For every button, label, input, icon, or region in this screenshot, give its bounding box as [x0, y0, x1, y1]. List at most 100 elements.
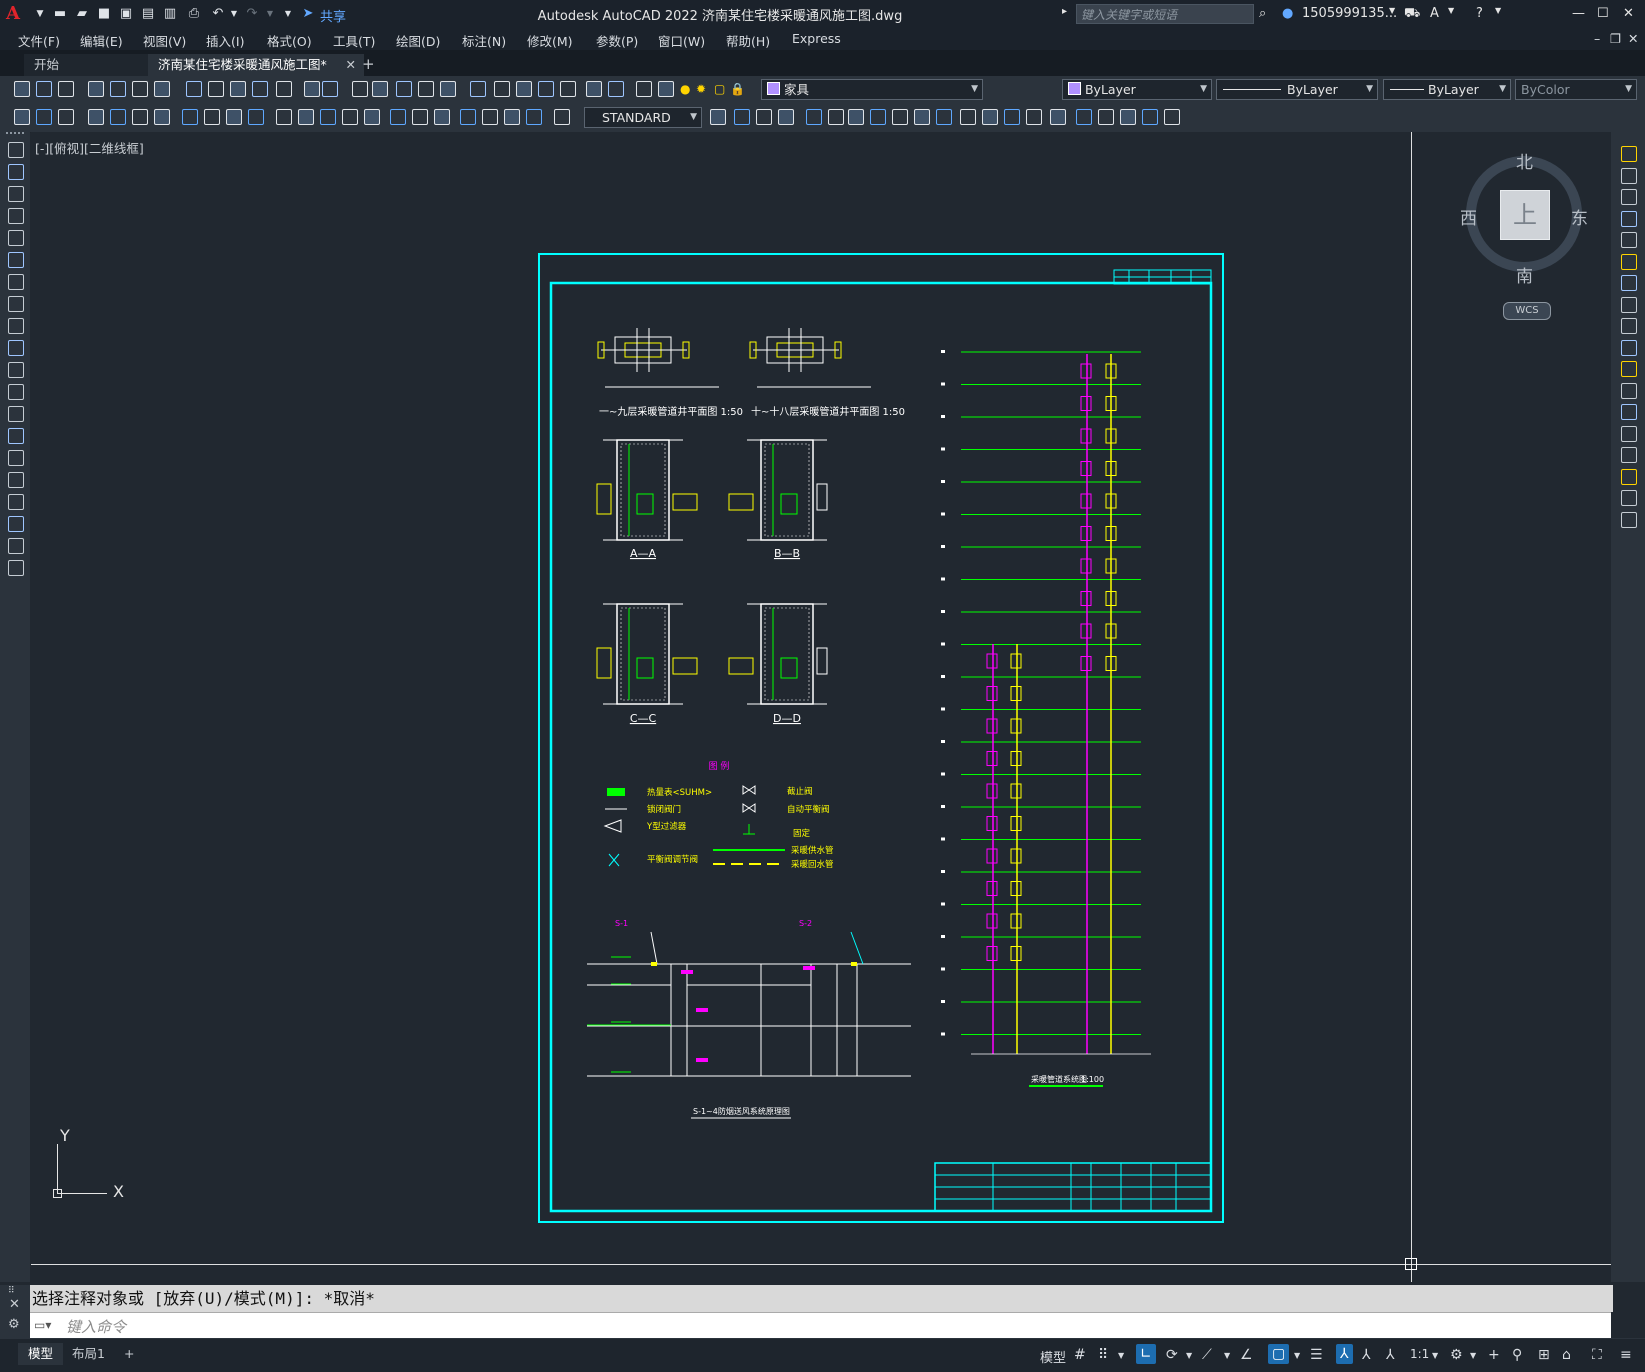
isolate-objects-icon[interactable]: ⌂ — [1562, 1347, 1571, 1363]
standard-tool-6-icon[interactable] — [132, 81, 148, 97]
autocad-logo-icon[interactable]: A — [6, 3, 28, 25]
dimension-tool-8-icon[interactable] — [182, 109, 198, 125]
app-menu-chevron-icon[interactable]: ▼ — [32, 6, 48, 22]
modify-tool-17-icon[interactable] — [1621, 490, 1637, 506]
dimension-tool-24-icon[interactable] — [554, 109, 570, 125]
doc-minimize-icon[interactable]: – — [1594, 31, 1600, 46]
polar-icon[interactable]: ⟳ — [1166, 1347, 1178, 1363]
dimension-tool-38-icon[interactable] — [1004, 109, 1020, 125]
tab-start[interactable]: 开始 — [24, 54, 164, 76]
draw-tool-13-icon[interactable] — [8, 406, 24, 422]
dimension-tool-42-icon[interactable] — [1098, 109, 1114, 125]
draw-tool-17-icon[interactable] — [8, 494, 24, 510]
user-icon[interactable]: ● — [1282, 6, 1293, 21]
dimension-tool-4-icon[interactable] — [88, 109, 104, 125]
standard-tool-4-icon[interactable] — [88, 81, 104, 97]
minimize-icon[interactable]: — — [1572, 6, 1585, 21]
dimension-tool-32-icon[interactable] — [870, 109, 886, 125]
layer-viewport-icon[interactable]: ▢ — [714, 82, 728, 96]
dimension-tool-12-icon[interactable] — [276, 109, 292, 125]
annotation-scale-icon[interactable]: ⅄ — [1386, 1347, 1395, 1363]
plotstyle-dropdown[interactable]: ByColor ▼ — [1515, 79, 1637, 100]
clean-screen-icon[interactable]: ⛶ — [1592, 1347, 1602, 1363]
standard-tool-2-icon[interactable] — [36, 81, 52, 97]
draw-tool-12-icon[interactable] — [8, 384, 24, 400]
standard-tool-3-icon[interactable] — [58, 81, 74, 97]
standard-tool-19-icon[interactable] — [440, 81, 456, 97]
dimension-tool-41-icon[interactable] — [1076, 109, 1092, 125]
web-save-icon[interactable]: ▥ — [162, 6, 178, 22]
dimension-tool-3-icon[interactable] — [58, 109, 74, 125]
dimension-tool-29-icon[interactable] — [806, 109, 822, 125]
save-as-icon[interactable]: ▣ — [118, 6, 134, 22]
dimension-tool-39-icon[interactable] — [1026, 109, 1042, 125]
object-track-icon[interactable]: ∠ — [1240, 1347, 1253, 1363]
draw-tool-16-icon[interactable] — [8, 472, 24, 488]
dimension-tool-13-icon[interactable] — [298, 109, 314, 125]
dimension-tool-30-icon[interactable] — [828, 109, 844, 125]
lineweight-toggle-icon[interactable]: ☰ — [1310, 1347, 1323, 1363]
menu-insert[interactable]: 插入(I) — [206, 31, 244, 50]
standard-tool-14-icon[interactable] — [322, 81, 338, 97]
layer-dropdown[interactable]: 家具 ▼ — [761, 79, 983, 100]
autodesk-a360-icon[interactable]: A — [1430, 6, 1439, 21]
modify-tool-13-icon[interactable] — [1621, 404, 1637, 420]
dimension-tool-1-icon[interactable] — [14, 109, 30, 125]
menu-express[interactable]: Express — [792, 31, 841, 46]
standard-tool-5-icon[interactable] — [110, 81, 126, 97]
user-name[interactable]: 1505999135... — [1302, 6, 1397, 21]
menu-help[interactable]: 帮助(H) — [726, 31, 770, 50]
draw-palette-grip[interactable] — [6, 132, 24, 138]
draw-tool-1-icon[interactable] — [8, 142, 24, 158]
menu-draw[interactable]: 绘图(D) — [396, 31, 440, 50]
customize-qa-icon[interactable]: ▼ — [280, 6, 296, 22]
share-icon[interactable]: ➤ — [300, 6, 316, 22]
tab-active-drawing[interactable]: 济南某住宅楼采暖通风施工图* ✕ — [148, 54, 364, 76]
tab-close-icon[interactable]: ✕ — [346, 54, 356, 76]
menu-view[interactable]: 视图(V) — [143, 31, 186, 50]
menu-tools[interactable]: 工具(T) — [333, 31, 375, 50]
new-tab-button[interactable]: + — [362, 55, 375, 73]
dimension-tool-22-icon[interactable] — [504, 109, 520, 125]
standard-tool-15-icon[interactable] — [352, 81, 368, 97]
standard-tool-20-icon[interactable] — [470, 81, 486, 97]
dimension-tool-36-icon[interactable] — [960, 109, 976, 125]
web-open-icon[interactable]: ▤ — [140, 6, 156, 22]
undo-dropdown-icon[interactable]: ▼ — [226, 6, 242, 22]
standard-tool-21-icon[interactable] — [494, 81, 510, 97]
drawing-canvas[interactable]: [-][俯视][二维线框] 上 北 南 东 西 WCS Y X 一~九层采暖管道… — [31, 132, 1611, 1282]
model-space-button[interactable]: 模型 — [1040, 1347, 1066, 1366]
tab-model[interactable]: 模型 — [18, 1343, 64, 1365]
doc-close-icon[interactable]: ✕ — [1628, 31, 1638, 46]
redo-icon[interactable]: ↷ — [244, 6, 260, 22]
menu-format[interactable]: 格式(O) — [267, 31, 312, 50]
help-icon[interactable]: ? — [1476, 6, 1483, 21]
isodraft-dropdown-icon[interactable]: ▼ — [1224, 1351, 1230, 1360]
standard-tool-10-icon[interactable] — [230, 81, 246, 97]
dimension-tool-18-icon[interactable] — [412, 109, 428, 125]
units-icon[interactable]: ⚲ — [1512, 1347, 1522, 1363]
modify-tool-5-icon[interactable] — [1621, 232, 1637, 248]
undo-icon[interactable]: ↶ — [210, 6, 226, 22]
search-icon[interactable]: ⌕ — [1259, 6, 1266, 21]
a360-dropdown-icon[interactable]: ▼ — [1448, 6, 1454, 15]
ortho-icon[interactable]: ∟ — [1136, 1344, 1156, 1364]
standard-tool-24-icon[interactable] — [560, 81, 576, 97]
modify-tool-6-icon[interactable] — [1621, 253, 1637, 270]
text-style-dropdown[interactable]: STANDARD ▼ — [584, 107, 702, 128]
standard-tool-26-icon[interactable] — [608, 81, 624, 97]
modify-tool-11-icon[interactable] — [1621, 361, 1637, 377]
open-folder-icon[interactable]: ▰ — [74, 6, 90, 22]
draw-tool-19-icon[interactable] — [8, 538, 24, 554]
draw-tool-8-icon[interactable] — [8, 296, 24, 312]
dimension-tool-44-icon[interactable] — [1142, 109, 1158, 125]
maximize-icon[interactable]: ☐ — [1597, 6, 1609, 21]
draw-tool-20-icon[interactable] — [8, 560, 24, 576]
dimension-tool-45-icon[interactable] — [1164, 109, 1180, 125]
modify-tool-8-icon[interactable] — [1621, 296, 1637, 313]
standard-tool-1-icon[interactable] — [14, 81, 30, 97]
linetype-dropdown[interactable]: ByLayer ▼ — [1216, 79, 1378, 100]
layer-lock-icon[interactable]: 🔒 — [730, 82, 745, 96]
modify-tool-2-icon[interactable] — [1621, 167, 1637, 184]
modify-tool-14-icon[interactable] — [1621, 425, 1637, 442]
